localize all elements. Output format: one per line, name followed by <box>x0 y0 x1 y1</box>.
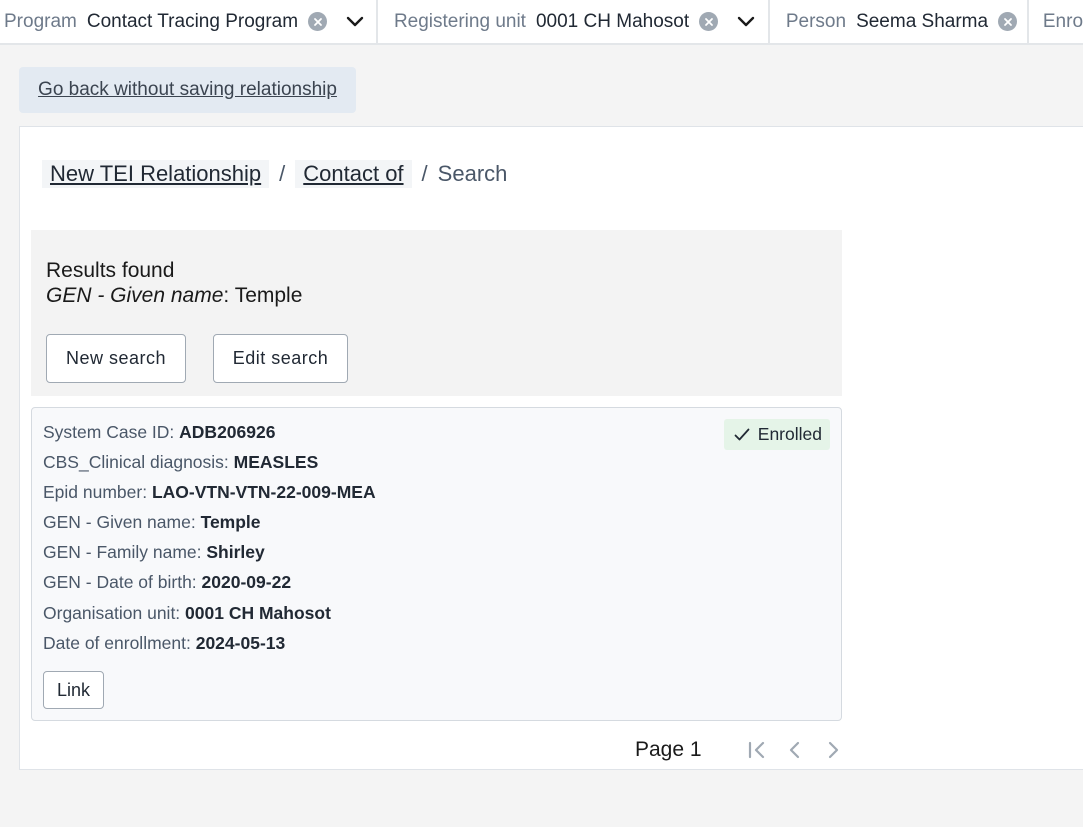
attribute-label: GEN - Date of birth: <box>43 572 202 592</box>
check-icon <box>734 428 750 440</box>
registering-unit-selector[interactable]: Registering unit 0001 CH Mahosot <box>378 0 770 43</box>
attribute-row: Organisation unit: 0001 CH Mahosot <box>43 603 331 624</box>
chevron-right-icon[interactable] <box>814 735 852 765</box>
breadcrumb-contact-of[interactable]: Contact of <box>295 160 412 188</box>
chevron-down-icon[interactable] <box>335 16 375 28</box>
registering-unit-value: 0001 CH Mahosot <box>535 10 690 32</box>
clear-program-icon[interactable] <box>308 12 328 31</box>
link-button[interactable]: Link <box>43 671 104 709</box>
attribute-row: System Case ID: ADB206926 <box>43 422 275 443</box>
relationship-card: New TEI Relationship / Contact of / Sear… <box>19 126 1083 770</box>
breadcrumb-separator: / <box>279 161 286 186</box>
attribute-value: Shirley <box>206 542 265 562</box>
person-value: Seema Sharma <box>856 10 989 32</box>
attribute-value: ADB206926 <box>179 422 276 442</box>
enrollment-selector[interactable]: Enro <box>1029 0 1083 43</box>
person-label: Person <box>785 10 847 32</box>
attribute-label: Epid number: <box>43 482 152 502</box>
attribute-label: CBS_Clinical diagnosis: <box>43 452 234 472</box>
enrollment-label: Enro <box>1042 10 1083 32</box>
attribute-value: 2020-09-22 <box>201 572 292 592</box>
attribute-value: 2024-05-13 <box>195 633 286 653</box>
attribute-row: GEN - Given name: Temple <box>43 512 261 533</box>
breadcrumb-separator: / <box>421 161 428 186</box>
enrolled-badge: Enrolled <box>723 419 830 450</box>
attribute-label: Organisation unit: <box>43 603 186 623</box>
page-label: Page 1 <box>635 738 702 761</box>
breadcrumb: New TEI Relationship / Contact of / Sear… <box>42 160 507 188</box>
attribute-label: Date of enrollment: <box>43 633 196 653</box>
chevron-left-icon[interactable] <box>776 735 814 765</box>
attribute-value: Temple <box>200 512 261 532</box>
attribute-label: GEN - Given name: <box>43 512 201 532</box>
go-back-button[interactable]: Go back without saving relationship <box>19 67 356 113</box>
attribute-label: System Case ID: <box>43 422 180 442</box>
chevron-down-icon[interactable] <box>726 16 766 28</box>
attribute-value: 0001 CH Mahosot <box>185 603 331 623</box>
criteria-field: GEN - Given name <box>46 284 224 307</box>
attribute-label: GEN - Family name: <box>43 542 207 562</box>
pagination: Page 1 <box>635 733 852 767</box>
attribute-row: CBS_Clinical diagnosis: MEASLES <box>43 452 318 473</box>
first-page-icon[interactable] <box>738 735 776 765</box>
criteria-value: Temple <box>234 284 303 307</box>
attribute-row: GEN - Date of birth: 2020-09-22 <box>43 572 291 593</box>
results-title: Results found <box>46 259 175 282</box>
search-criteria: GEN - Given name: Temple <box>46 284 302 308</box>
new-search-button[interactable]: New search <box>46 334 186 383</box>
clear-unit-icon[interactable] <box>699 12 719 31</box>
program-selector[interactable]: Program Contact Tracing Program <box>0 0 378 43</box>
person-selector[interactable]: Person Seema Sharma <box>770 0 1029 43</box>
program-label: Program <box>4 10 77 32</box>
results-summary: Results found GEN - Given name: Temple N… <box>31 230 842 396</box>
registering-unit-label: Registering unit <box>393 10 526 32</box>
context-selector-bar: Program Contact Tracing Program Register… <box>0 0 1083 45</box>
enrolled-badge-label: Enrolled <box>757 424 822 444</box>
attribute-value: MEASLES <box>233 452 319 472</box>
breadcrumb-new-tei-relationship[interactable]: New TEI Relationship <box>42 160 270 188</box>
breadcrumb-current: Search <box>437 161 508 186</box>
clear-person-icon[interactable] <box>998 12 1018 31</box>
attribute-row: Date of enrollment: 2024-05-13 <box>43 633 285 654</box>
attribute-row: GEN - Family name: Shirley <box>43 542 265 563</box>
edit-search-button[interactable]: Edit search <box>213 334 348 383</box>
program-value: Contact Tracing Program <box>86 10 299 32</box>
attribute-value: LAO-VTN-VTN-22-009-MEA <box>151 482 376 502</box>
attribute-row: Epid number: LAO-VTN-VTN-22-009-MEA <box>43 482 376 503</box>
criteria-separator: : <box>223 284 235 307</box>
tei-result-card: Enrolled System Case ID: ADB206926 CBS_C… <box>31 407 842 721</box>
